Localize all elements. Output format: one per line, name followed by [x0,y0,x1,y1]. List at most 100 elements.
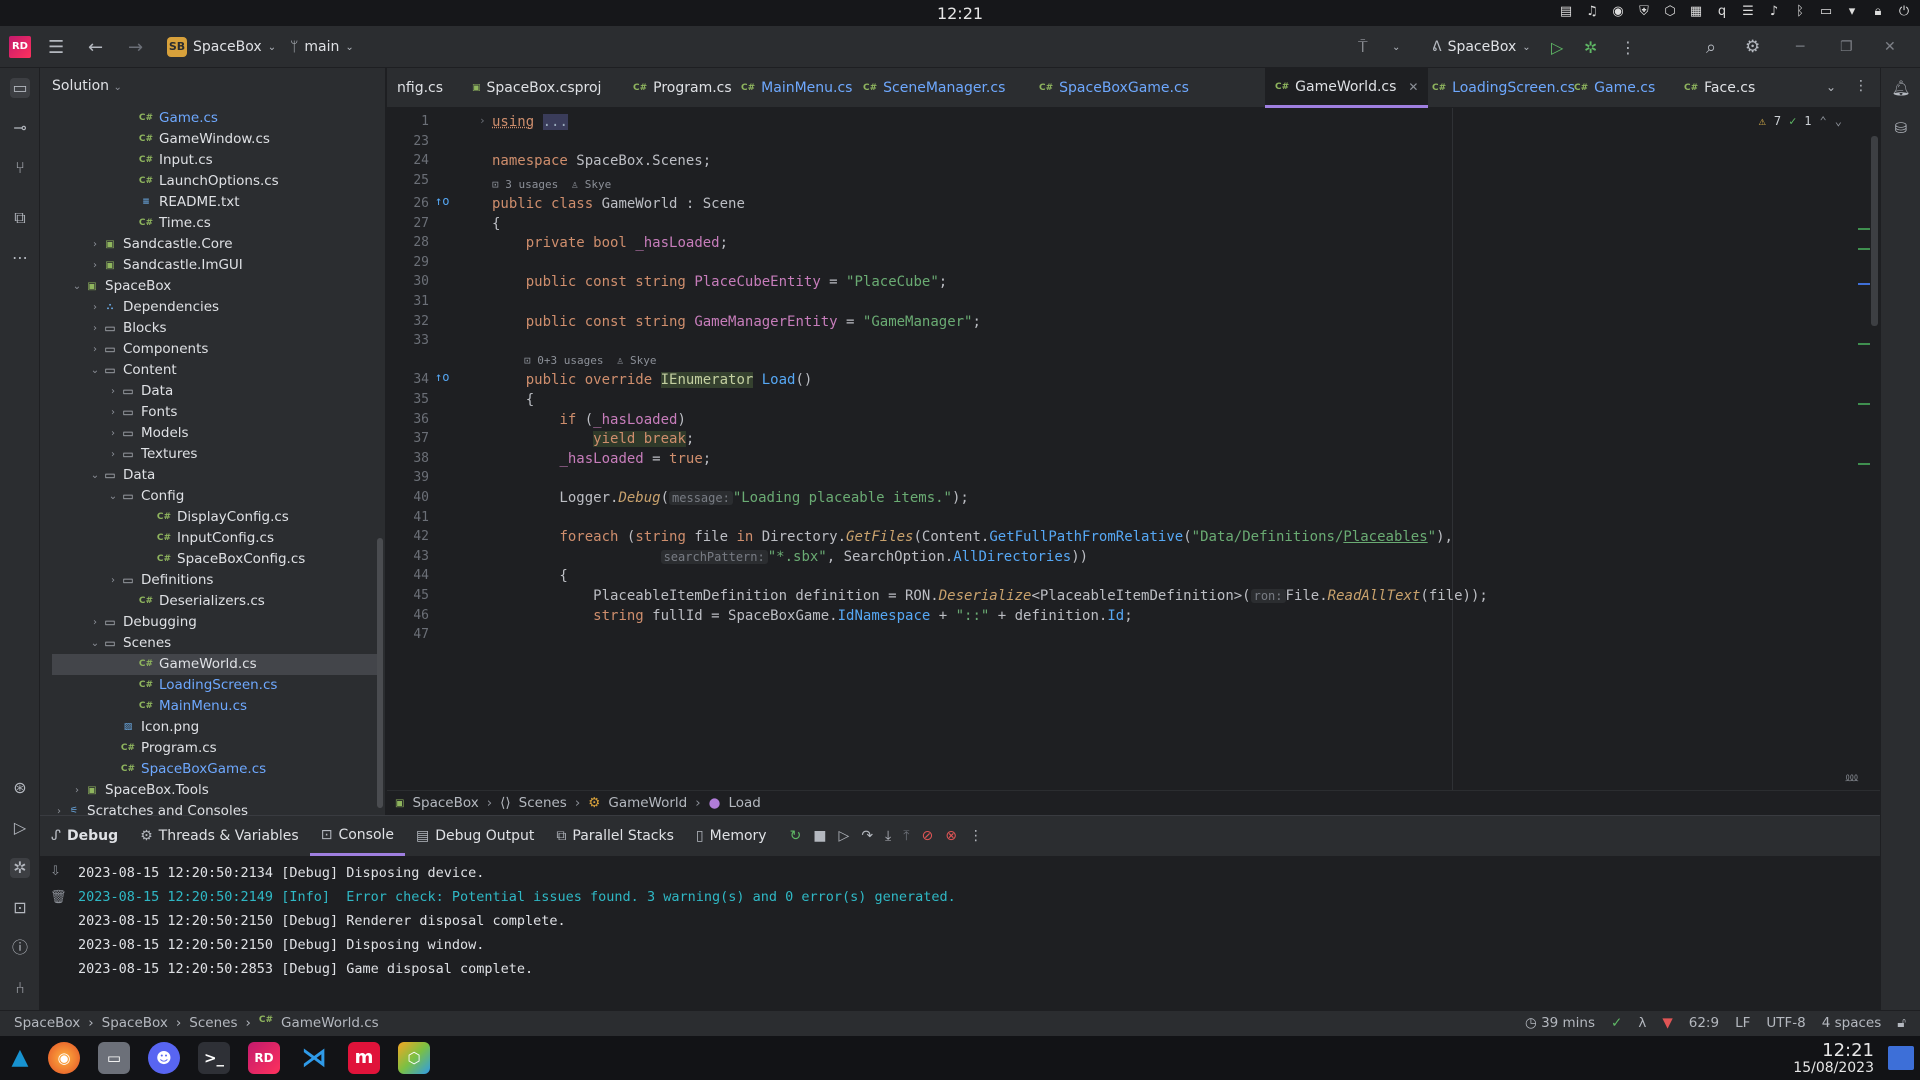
tree-item[interactable]: C# Game.cs [40,108,380,129]
stop-icon[interactable]: ■ [813,828,826,844]
tree-item[interactable]: › ▣ Sandcastle.ImGUI [40,255,380,276]
tabs-dropdown-icon[interactable]: ⌄ [1826,80,1836,94]
pull-request-icon[interactable]: ⑂ [10,158,30,178]
minimize-icon[interactable]: ─ [1796,34,1804,60]
close-window-icon[interactable]: ✕ [1884,34,1896,60]
shield-icon[interactable]: ⛨ [1636,4,1652,20]
console-output[interactable]: 2023-08-15 12:20:50:2134 [Debug] Disposi… [78,861,956,981]
tree-item[interactable]: C# MainMenu.cs [40,696,380,717]
tree-item[interactable]: › ▣ Sandcastle.Core [40,234,380,255]
tab-file[interactable]: C# Game.cs [1564,68,1665,108]
breadcrumb-method[interactable]: Load [728,795,760,811]
database-icon[interactable]: ⛁ [1891,118,1911,138]
chevron-down-icon[interactable]: ⌄ [70,276,84,297]
tree-item[interactable]: › ▭ Fonts [40,402,380,423]
debug-tool-icon[interactable]: ✲ [10,858,30,878]
forward-icon[interactable]: → [128,34,143,60]
rerun-icon[interactable]: ↻ [790,828,802,844]
chevron-right-icon[interactable]: › [70,780,84,801]
display-icon[interactable]: ▭ [1818,4,1834,20]
code-editor[interactable]: 1 23 24 25 26 27 28 29 30 31 32 33 34 35 36 37 38 39 40 41 4… [387,108,1880,790]
run-config-selector[interactable]: ᕕ SpaceBox ⌄ [1432,34,1531,60]
close-tab-icon[interactable]: ✕ [1408,80,1418,94]
build-dropdown-icon[interactable]: ⌄ [1392,34,1400,60]
tree-item[interactable]: › ▭ Blocks [40,318,380,339]
breadcrumb-project[interactable]: SpaceBox [412,795,478,811]
tree-item[interactable]: › ▭ Models [40,423,380,444]
indent-setting[interactable]: 4 spaces [1822,1015,1882,1031]
tree-item[interactable]: C# Program.cs [40,738,380,759]
tree-item[interactable]: › ▭ Textures [40,444,380,465]
tree-item[interactable]: C# DisplayConfig.cs [40,507,380,528]
settings-icon[interactable]: ⚙ [1745,34,1760,60]
chevron-down-icon[interactable]: ⌄ [88,465,102,486]
commit-icon[interactable]: ⊸ [10,118,30,138]
tab-file[interactable]: C# GameWorld.cs ✕ [1265,68,1429,108]
show-desktop-button[interactable] [1888,1046,1914,1070]
tree-item[interactable]: C# Deserializers.cs [40,591,380,612]
tab-file[interactable]: C# SpaceBoxGame.cs [1029,68,1199,108]
discord-icon[interactable]: ☻ [148,1042,180,1074]
tree-item[interactable]: ⌄ ▭ Content [40,360,380,381]
problems-icon[interactable]: ⓘ [10,938,30,958]
status-path-file[interactable]: GameWorld.cs [281,1015,379,1031]
branch-selector[interactable]: ᛘ main ⌄ [290,34,354,60]
caret-position[interactable]: 62:9 [1689,1015,1719,1031]
unlock-icon[interactable]: 🔓︎ [1897,1015,1906,1031]
power-icon[interactable]: ⏻ [1896,4,1912,20]
clipboard-icon[interactable]: ☰ [1740,4,1756,20]
tree-item[interactable]: C# InputConfig.cs [40,528,380,549]
run-tool-icon[interactable]: ▷ [10,818,30,838]
tree-item[interactable]: ≡ README.txt [40,192,380,213]
tab-threads-variables[interactable]: ⚙ Threads & Variables [129,816,310,856]
tabs-more-icon[interactable]: ⋮ [1854,78,1868,94]
chevron-right-icon[interactable]: › [106,381,120,402]
chevron-right-icon[interactable]: › [106,570,120,591]
debug-session-tab[interactable]: ᔑ Debug [40,816,129,856]
tab-file[interactable]: C# Program.cs [623,68,742,108]
tree-item[interactable]: C# Input.cs [40,150,380,171]
tree-item[interactable]: › ▭ Debugging [40,612,380,633]
file-encoding[interactable]: UTF-8 [1766,1015,1805,1031]
tab-file[interactable]: C# LoadingScreen.cs [1422,68,1585,108]
scroll-to-end-icon[interactable]: ⇩ [50,864,66,890]
tree-item[interactable]: ▨ Icon.png [40,717,380,738]
editor-scrollbar[interactable] [1871,136,1878,326]
error-status-icon[interactable]: ▼ [1662,1015,1672,1031]
chevron-down-icon[interactable]: ⌄ [88,360,102,381]
package-app-icon[interactable]: ⬡ [398,1042,430,1074]
tree-item[interactable]: ⌄ ▭ Scenes [40,633,380,654]
notifications-icon[interactable]: 🔔︎ [1891,78,1911,98]
volume-icon[interactable]: ♪ [1766,4,1782,20]
tree-item[interactable]: › ▭ Components [40,339,380,360]
chevron-right-icon[interactable]: › [106,423,120,444]
notification-icon[interactable]: ♫ [1584,4,1600,20]
tab-memory[interactable]: ▯ Memory [685,816,778,856]
notes-icon[interactable]: ▤ [1558,4,1574,20]
step-out-icon[interactable]: ⤒ [903,828,909,844]
breadcrumb-namespace[interactable]: Scenes [519,795,567,811]
tree-item[interactable]: C# SpaceBoxGame.cs [40,759,380,780]
terminal-icon[interactable]: ⊡ [10,898,30,918]
terminal-app-icon[interactable]: >_ [198,1042,230,1074]
view-breakpoints-icon[interactable]: ⊘ [921,828,933,844]
bluetooth-icon[interactable]: ᛒ [1792,4,1808,20]
tree-item[interactable]: › ▭ Definitions [40,570,380,591]
solution-header[interactable]: Solution ⌄ [52,78,122,94]
project-selector[interactable]: SB SpaceBox ⌄ [167,34,276,60]
code-lens-method[interactable]: ⊡ 0+3 usages ♙ Skye [524,354,656,367]
qbittorrent-icon[interactable]: q [1714,4,1730,20]
run-icon[interactable]: ▷ [1551,34,1563,60]
tree-item[interactable]: C# LaunchOptions.cs [40,171,380,192]
tree-item[interactable]: ⌄ ▣ SpaceBox [40,276,380,297]
tree-item[interactable]: › ▭ Data [40,381,380,402]
tab-file[interactable]: C# MainMenu.cs [731,68,862,108]
status-path-folder[interactable]: Scenes [189,1015,237,1031]
tree-item[interactable]: C# GameWindow.cs [40,129,380,150]
arch-menu-icon[interactable]: ▲ [4,1042,36,1074]
status-path-project[interactable]: SpaceBox [102,1015,168,1031]
chevron-right-icon[interactable]: › [88,318,102,339]
code-lens-class[interactable]: ⊡ 3 usages ♙ Skye [492,178,611,191]
chevron-right-icon[interactable]: › [88,612,102,633]
tree-item[interactable]: › ▣ SpaceBox.Tools [40,780,380,801]
